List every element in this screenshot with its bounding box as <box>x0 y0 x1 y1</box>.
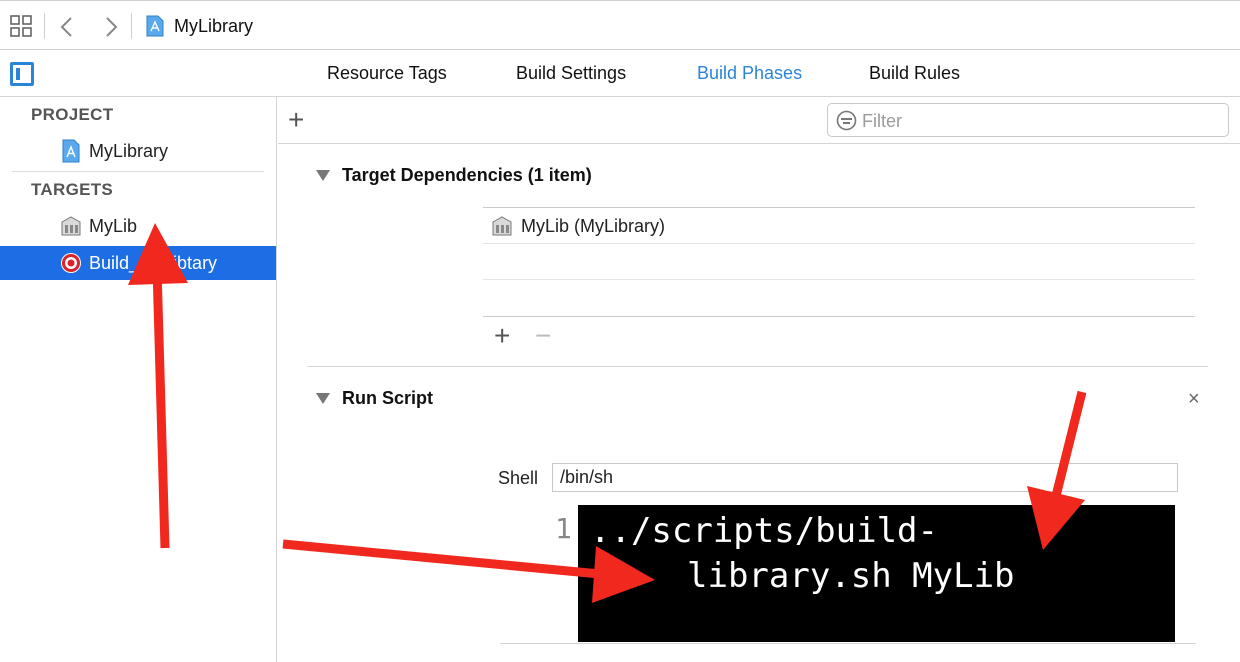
section-divider <box>307 366 1208 367</box>
building-icon <box>492 216 512 236</box>
run-script-title[interactable]: Run Script <box>342 388 433 409</box>
sidebar-item-label: MyLib <box>89 216 138 236</box>
toolbar-divider <box>131 13 132 39</box>
filter-icon <box>836 110 857 131</box>
shell-field[interactable] <box>552 463 1178 492</box>
tab-resource-tags[interactable]: Resource Tags <box>327 63 447 84</box>
script-line-text: ../scripts/build- <box>590 511 938 551</box>
remove-dependency-button[interactable]: − <box>535 320 551 352</box>
project-target-sidebar: PROJECT MyLibrary TARGETS MyLib Build_My… <box>0 97 277 662</box>
filter-field[interactable] <box>827 103 1229 137</box>
filter-input[interactable] <box>862 108 1212 134</box>
project-file-icon <box>146 15 164 37</box>
project-file-icon <box>62 139 80 163</box>
script-editor[interactable]: ../scripts/build- library.sh MyLib <box>578 505 1175 642</box>
add-dependency-button[interactable]: + <box>494 320 510 352</box>
build-phases-toolbar: + <box>278 97 1240 144</box>
shell-label: Shell <box>498 468 539 488</box>
sidebar-divider <box>12 171 264 172</box>
script-line-continuation: library.sh MyLib <box>687 556 1015 596</box>
delete-phase-close-icon[interactable]: × <box>1188 388 1200 411</box>
tab-build-settings[interactable]: Build Settings <box>516 63 626 84</box>
target-dependencies-list: MyLib (MyLibrary) <box>483 207 1195 317</box>
sidebar-item-target-mylib[interactable]: MyLib <box>0 209 276 243</box>
run-script-disclosure-icon[interactable] <box>316 393 330 404</box>
sidebar-item-project-mylibrary[interactable]: MyLibrary <box>0 134 276 168</box>
line-number: 1 <box>555 512 572 545</box>
tab-build-phases[interactable]: Build Phases <box>697 63 802 84</box>
tab-build-rules[interactable]: Build Rules <box>869 63 960 84</box>
related-items-grid-icon[interactable] <box>10 15 32 37</box>
target-dependencies-disclosure-icon[interactable] <box>316 170 330 181</box>
target-icon <box>61 253 81 273</box>
dependency-label: MyLib (MyLibrary) <box>521 216 666 236</box>
targets-section-header: TARGETS <box>31 180 114 199</box>
back-chevron-icon[interactable] <box>56 15 78 39</box>
add-build-phase-button[interactable]: + <box>288 106 304 134</box>
breadcrumb-project-title[interactable]: MyLibrary <box>174 16 253 37</box>
toolbar-divider <box>44 13 45 39</box>
sidebar-toggle-icon[interactable] <box>10 62 34 86</box>
editor-tab-bar: Resource Tags Build Settings Build Phase… <box>0 50 1240 97</box>
project-section-header: PROJECT <box>31 105 114 124</box>
list-item-empty <box>483 244 1195 280</box>
sidebar-item-label: Build_MyLibtary <box>89 253 218 273</box>
sidebar-item-target-build-mylibtary[interactable]: Build_MyLibtary <box>0 246 276 280</box>
sidebar-item-label: MyLibrary <box>89 141 169 161</box>
forward-chevron-icon[interactable] <box>100 15 122 39</box>
target-dependencies-title[interactable]: Target Dependencies (1 item) <box>342 165 592 186</box>
window-toolbar: MyLibrary <box>0 0 1240 50</box>
list-item[interactable]: MyLib (MyLibrary) <box>483 208 1195 244</box>
building-icon <box>61 216 81 236</box>
